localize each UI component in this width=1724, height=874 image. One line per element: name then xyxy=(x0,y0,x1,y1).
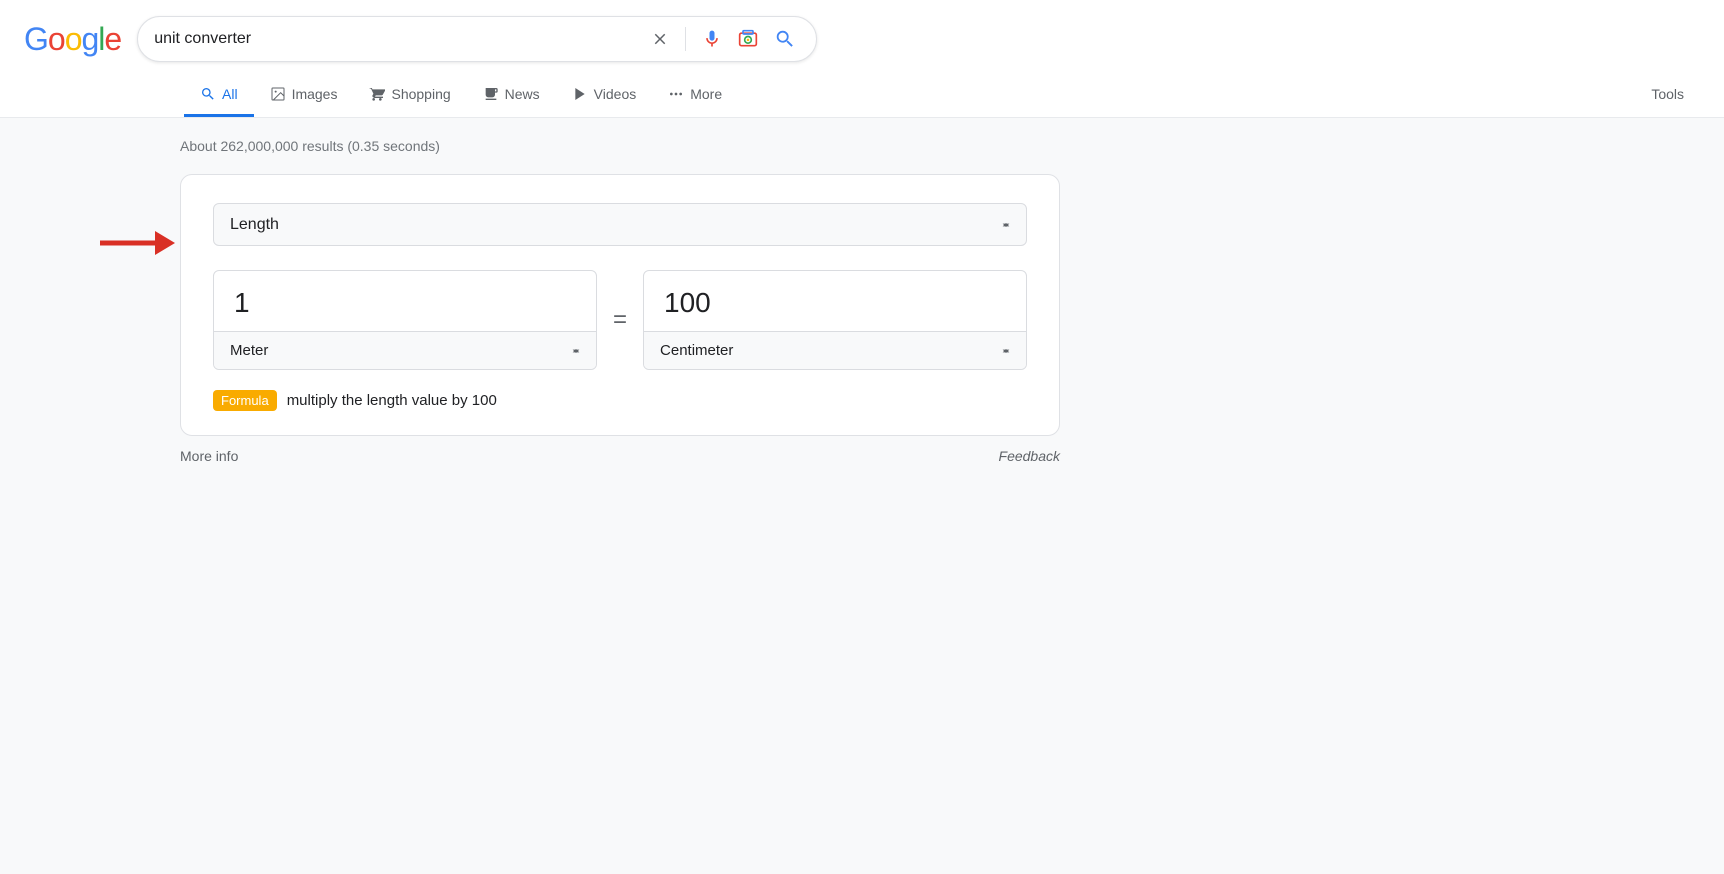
tab-more[interactable]: More xyxy=(652,74,738,117)
nav-tabs: All Images Shopping News xyxy=(24,74,1700,117)
tab-videos[interactable]: Videos xyxy=(556,74,653,117)
red-arrow-container xyxy=(100,226,175,260)
logo-g1: G xyxy=(24,21,48,57)
to-box: Centimeter Meter Kilometer Mile Foot Inc… xyxy=(643,270,1027,370)
clear-button[interactable] xyxy=(647,26,673,52)
mic-button[interactable] xyxy=(698,25,726,53)
from-box: Meter Centimeter Kilometer Mile Foot Inc… xyxy=(213,270,597,370)
from-unit-selector[interactable]: Meter Centimeter Kilometer Mile Foot Inc… xyxy=(214,331,596,369)
close-icon xyxy=(651,30,669,48)
more-tab-icon xyxy=(668,86,684,102)
tab-all[interactable]: All xyxy=(184,74,254,117)
type-selector[interactable]: Length Weight Temperature Area Volume Ti… xyxy=(213,203,1027,246)
camera-icon xyxy=(738,29,758,49)
equals-sign: = xyxy=(613,306,627,334)
more-info-link[interactable]: More info xyxy=(180,448,238,464)
lens-button[interactable] xyxy=(734,25,762,53)
search-button[interactable] xyxy=(770,24,800,54)
tab-news-label: News xyxy=(505,86,540,102)
tab-all-label: All xyxy=(222,86,238,102)
footer-links: More info Feedback xyxy=(180,436,1060,464)
search-divider xyxy=(685,27,686,51)
formula-row: Formula multiply the length value by 100 xyxy=(213,390,1027,411)
tab-images[interactable]: Images xyxy=(254,74,354,117)
to-value-input[interactable] xyxy=(644,271,1026,331)
google-logo[interactable]: Google xyxy=(24,21,121,58)
shopping-tab-icon xyxy=(369,86,385,102)
news-tab-icon xyxy=(483,86,499,102)
search-tab-icon xyxy=(200,86,216,102)
tab-images-label: Images xyxy=(292,86,338,102)
red-arrow-icon xyxy=(100,226,175,260)
tools-button[interactable]: Tools xyxy=(1635,74,1700,117)
converter-card: Length Weight Temperature Area Volume Ti… xyxy=(180,174,1060,436)
results-info: About 262,000,000 results (0.35 seconds) xyxy=(180,138,1544,154)
converter-section: Length Weight Temperature Area Volume Ti… xyxy=(180,174,1060,436)
search-bar xyxy=(137,16,817,62)
from-value-input[interactable] xyxy=(214,271,596,331)
logo-g2: g xyxy=(81,21,98,57)
formula-badge: Formula xyxy=(213,390,277,411)
logo-o1: o xyxy=(48,21,65,57)
tab-news[interactable]: News xyxy=(467,74,556,117)
mic-icon xyxy=(702,29,722,49)
tab-videos-label: Videos xyxy=(594,86,637,102)
tab-more-label: More xyxy=(690,86,722,102)
search-input[interactable] xyxy=(154,30,647,48)
images-tab-icon xyxy=(270,86,286,102)
conversion-row: Meter Centimeter Kilometer Mile Foot Inc… xyxy=(213,270,1027,370)
logo-o2: o xyxy=(65,21,82,57)
search-bar-icons xyxy=(647,24,800,54)
logo-e: e xyxy=(104,21,121,57)
videos-tab-icon xyxy=(572,86,588,102)
header-top: Google xyxy=(24,16,1700,62)
main-content: About 262,000,000 results (0.35 seconds)… xyxy=(0,118,1724,484)
formula-text: multiply the length value by 100 xyxy=(287,392,497,409)
tab-shopping-label: Shopping xyxy=(391,86,450,102)
tab-shopping[interactable]: Shopping xyxy=(353,74,466,117)
to-unit-selector[interactable]: Centimeter Meter Kilometer Mile Foot Inc… xyxy=(644,331,1026,369)
header: Google xyxy=(0,0,1724,118)
search-icon xyxy=(774,28,796,50)
feedback-link[interactable]: Feedback xyxy=(999,448,1060,464)
